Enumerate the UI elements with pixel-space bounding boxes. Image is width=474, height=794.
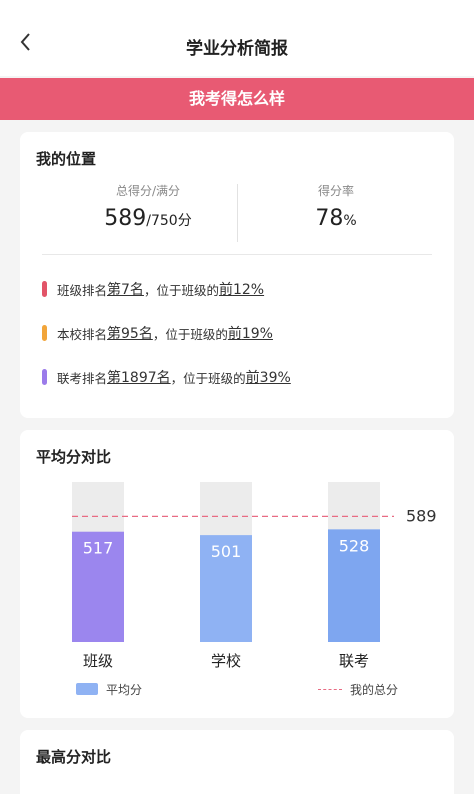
score-label: 总得分/满分 — [115, 184, 181, 198]
rank-ordinal: 第 — [107, 282, 122, 298]
legend-mine-dash — [318, 689, 342, 690]
score-number: 589 — [104, 206, 147, 231]
rank-mid: ，位于班级的 — [170, 370, 246, 386]
rank-number: 1897名 — [121, 370, 171, 386]
rate-number: 78 — [315, 206, 344, 231]
rank-prefix: 联考排名 — [57, 370, 108, 386]
score-value: 589/750分 — [58, 206, 238, 231]
rank-prefix: 班级排名 — [57, 282, 108, 298]
page-title: 学业分析简报 — [186, 39, 288, 59]
max-compare-card: 最高分对比 — [20, 730, 454, 794]
rank-value: 第95名 — [107, 323, 153, 343]
rank-percent-prefix: 前 — [227, 326, 242, 342]
rate-value: 78% — [246, 206, 426, 231]
rank-percent: 前19% — [228, 323, 273, 343]
rank-row-joint: 联考排名 第1897名 ，位于班级的 前39% — [42, 366, 291, 388]
rank-row-school: 本校排名 第95名 ，位于班级的 前19% — [42, 322, 273, 344]
rank-percent-value: 19% — [241, 326, 273, 342]
rank-percent-value: 39% — [259, 370, 291, 386]
avg-compare-card: 平均分对比 517 班级 501 学校 528 联考 589 平均分 我的总分 — [20, 430, 454, 718]
stat-divider — [237, 184, 238, 242]
rank-mid: ，位于班级的 — [143, 282, 219, 298]
rank-value: 第7名 — [107, 279, 144, 299]
avg-bar-chart: 517 班级 501 学校 528 联考 589 — [72, 482, 437, 670]
rank-dot-joint — [42, 369, 47, 385]
rank-dot-school — [42, 325, 47, 341]
category-label: 班级 — [83, 652, 113, 670]
my-total-label: 589 — [406, 506, 437, 525]
rank-percent: 前39% — [246, 367, 291, 387]
position-card: 我的位置 总得分/满分 589/750分 得分率 78% 班级排名 第7名 ，位… — [20, 132, 454, 418]
bar-value-label: 528 — [339, 536, 370, 555]
section-divider — [42, 254, 432, 255]
category-label: 联考 — [339, 652, 369, 670]
bar-value-label: 501 — [211, 542, 242, 561]
rank-percent-value: 12% — [232, 282, 265, 298]
rank-mid: ，位于班级的 — [152, 326, 228, 342]
nav-bar: 学业分析简报 — [0, 0, 474, 76]
rank-value: 第1897名 — [107, 367, 171, 387]
category-label: 学校 — [211, 652, 241, 670]
legend-mine-label: 我的总分 — [350, 683, 399, 697]
rank-prefix: 本校排名 — [57, 326, 108, 342]
legend-avg-label: 平均分 — [106, 683, 143, 697]
max-card-title: 最高分对比 — [36, 748, 112, 766]
rate-label: 得分率 — [317, 184, 354, 198]
rank-percent-prefix: 前 — [218, 282, 233, 298]
rank-percent-prefix: 前 — [245, 370, 260, 386]
rank-number: 95名 — [121, 326, 153, 342]
score-total: /750分 — [146, 213, 192, 229]
legend-avg-swatch — [76, 683, 98, 695]
rank-percent: 前12% — [219, 279, 264, 299]
rate-unit: % — [343, 213, 357, 229]
section-banner: 我考得怎么样 — [0, 78, 474, 120]
rank-number: 7名 — [121, 282, 144, 298]
position-card-title: 我的位置 — [36, 150, 97, 168]
rank-dot-class — [42, 281, 47, 297]
rank-row-class: 班级排名 第7名 ，位于班级的 前12% — [42, 278, 264, 300]
rank-ordinal: 第 — [107, 326, 122, 342]
rank-ordinal: 第 — [107, 370, 122, 386]
bar-value-label: 517 — [83, 539, 114, 558]
